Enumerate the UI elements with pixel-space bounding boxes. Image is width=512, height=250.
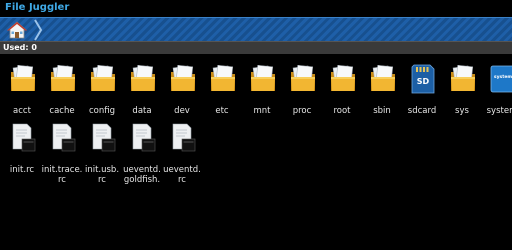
folder-icon [450,64,476,94]
app-title: File Juggler [5,2,70,13]
icon-badge-text: system [493,75,512,80]
file-item[interactable]: ueventd. rc [162,123,202,193]
file-grid: acct cache config data dev etc mnt proc root sbin… [0,54,512,250]
used-count: Used: 0 [3,43,37,52]
file-item[interactable]: init.rc [2,123,42,193]
folder-item[interactable]: etc [202,64,242,134]
folder-icon [90,64,116,94]
file-icon [90,123,116,153]
sdcard-icon: SD [410,64,436,94]
folder-item[interactable]: mnt [242,64,282,134]
folder-icon [170,64,196,94]
file-item[interactable]: ueventd. goldfish. [122,123,162,193]
status-bar: Used: 0 [0,41,512,54]
file-icon [130,123,156,153]
title-bar: File Juggler [0,0,512,17]
folder-item[interactable]: system system [482,64,512,134]
file-item[interactable]: init.trace. rc [42,123,82,193]
folder-icon [50,64,76,94]
file-icon [10,123,36,153]
folder-icon [210,64,236,94]
home-button[interactable] [6,20,28,40]
folder-icon [370,64,396,94]
folder-item[interactable]: SD sdcard [402,64,442,134]
folder-item[interactable]: proc [282,64,322,134]
folder-item[interactable]: root [322,64,362,134]
folder-icon [130,64,156,94]
folder-icon [290,64,316,94]
system-icon: system [490,64,512,94]
icon-badge-text: SD [416,77,430,86]
file-icon [50,123,76,153]
folder-icon [330,64,356,94]
home-icon [6,21,28,39]
item-label: system [486,106,512,116]
folder-icon [10,64,36,94]
item-label: ueventd. rc [163,165,201,185]
file-item[interactable]: init.usb. rc [82,123,122,193]
path-bar [0,17,512,41]
file-icon [170,123,196,153]
folder-item[interactable]: sys [442,64,482,134]
breadcrumb-chevron-icon [34,19,43,41]
folder-item[interactable]: sbin [362,64,402,134]
folder-icon [250,64,276,94]
